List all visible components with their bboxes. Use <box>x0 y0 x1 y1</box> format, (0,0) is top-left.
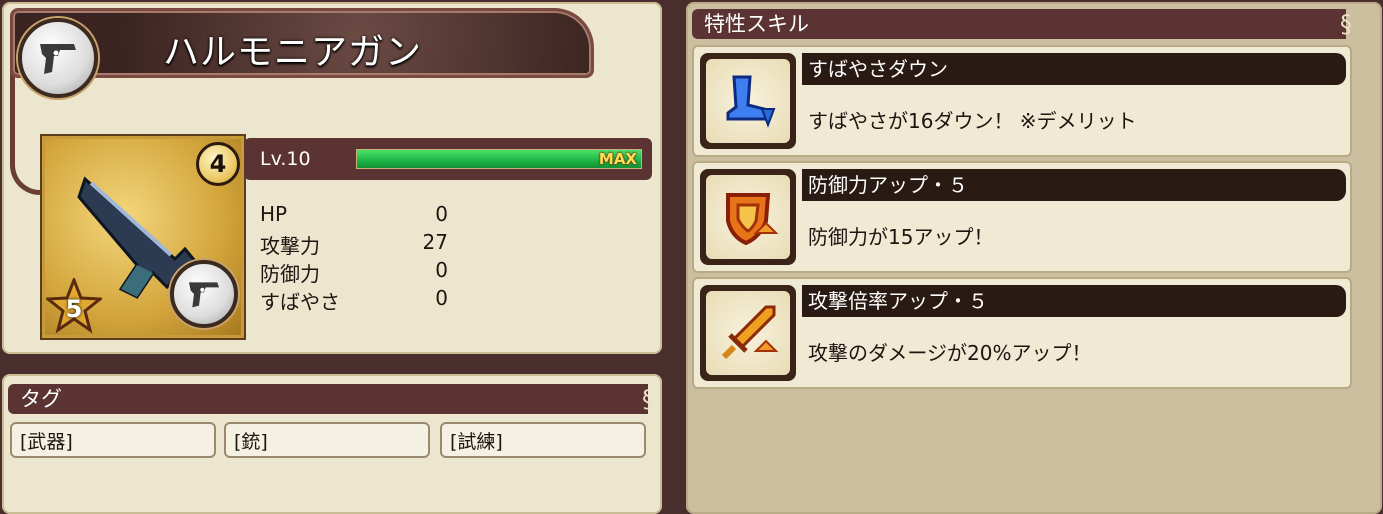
stat-name: 防御力 <box>260 262 320 286</box>
tag-item[interactable]: [銃] <box>224 422 430 458</box>
tag-item[interactable]: [試練] <box>440 422 646 458</box>
sword-up-icon <box>706 291 790 375</box>
swirl-ornament-icon: § <box>642 385 654 413</box>
skills-header: 特性スキル § <box>692 9 1352 39</box>
stat-name: HP <box>260 202 288 226</box>
skill-card[interactable]: 攻撃倍率アップ・５ 攻撃のダメージが20%アップ！ <box>692 277 1352 389</box>
stat-row-speed: すばやさ 0 <box>260 286 450 314</box>
skill-description: 防御力が15アップ！ <box>808 225 994 249</box>
stat-value: 0 <box>435 202 448 226</box>
exp-progress-track: MAX <box>356 149 642 169</box>
rarity-badge: 4 <box>196 142 240 186</box>
skill-icon-frame <box>700 169 796 265</box>
skill-card[interactable]: 防御力アップ・５ 防御力が15アップ！ <box>692 161 1352 273</box>
level-label: Lv.10 <box>260 148 311 170</box>
handgun-icon <box>18 18 98 98</box>
shield-up-icon <box>706 175 790 259</box>
skill-card[interactable]: すばやさダウン すばやさが16ダウン！ ※デメリット <box>692 45 1352 157</box>
skill-icon-frame <box>700 53 796 149</box>
item-title-banner: ハルモニアガン <box>10 8 594 78</box>
skill-description: 攻撃のダメージが20%アップ！ <box>808 341 1092 365</box>
skill-description: すばやさが16ダウン！ ※デメリット <box>808 109 1137 133</box>
swirl-ornament-icon: § <box>1340 10 1352 38</box>
stat-row-attack: 攻撃力 27 <box>260 230 450 258</box>
level-bar: Lv.10 MAX <box>244 138 652 180</box>
boot-down-icon <box>706 59 790 143</box>
stat-value: 0 <box>435 258 448 282</box>
stat-row-hp: HP 0 <box>260 202 450 230</box>
stat-name: すばやさ <box>260 290 340 314</box>
skill-name: すばやさダウン <box>802 53 1346 85</box>
stat-value: 0 <box>435 286 448 310</box>
skills-header-label: 特性スキル <box>704 12 809 36</box>
star-count: 5 <box>65 295 83 323</box>
stat-row-defense: 防御力 0 <box>260 258 450 286</box>
star-rank-badge: 5 <box>46 278 102 334</box>
item-name: ハルモニアガン <box>163 32 423 73</box>
skill-icon-frame <box>700 285 796 381</box>
stat-name: 攻撃力 <box>260 234 320 258</box>
skill-name: 防御力アップ・５ <box>802 169 1346 201</box>
tags-header-label: タグ <box>20 387 62 411</box>
max-label: MAX <box>598 150 637 168</box>
skill-name: 攻撃倍率アップ・５ <box>802 285 1346 317</box>
tags-header: タグ § <box>8 384 654 414</box>
stat-value: 27 <box>422 230 448 254</box>
handgun-type-icon <box>170 260 238 328</box>
tag-item[interactable]: [武器] <box>10 422 216 458</box>
